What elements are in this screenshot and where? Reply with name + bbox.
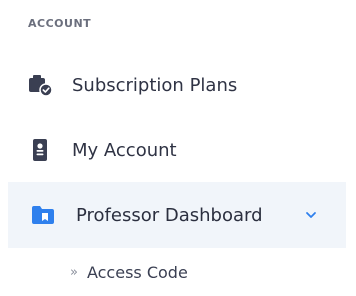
sidebar-subitem-label: Access Code bbox=[86, 262, 188, 282]
sidebar-item-subscription-plans[interactable]: Subscription Plans bbox=[8, 57, 346, 113]
sidebar-subitem-access-code[interactable]: » Access Code bbox=[70, 258, 188, 286]
double-chevron-right-icon: » bbox=[70, 264, 78, 280]
sidebar-item-label: My Account bbox=[72, 139, 177, 161]
sidebar-item-my-account[interactable]: My Account bbox=[8, 122, 346, 178]
folder-icon bbox=[30, 203, 56, 227]
chevron-down-icon[interactable] bbox=[304, 208, 318, 222]
sidebar-item-label: Subscription Plans bbox=[72, 74, 238, 96]
section-label-account: ACCOUNT bbox=[28, 17, 92, 30]
id-card-icon bbox=[27, 138, 53, 162]
subscription-icon bbox=[27, 73, 53, 97]
sidebar-item-professor-dashboard[interactable]: Professor Dashboard bbox=[8, 182, 346, 248]
sidebar-item-label: Professor Dashboard bbox=[76, 204, 263, 226]
